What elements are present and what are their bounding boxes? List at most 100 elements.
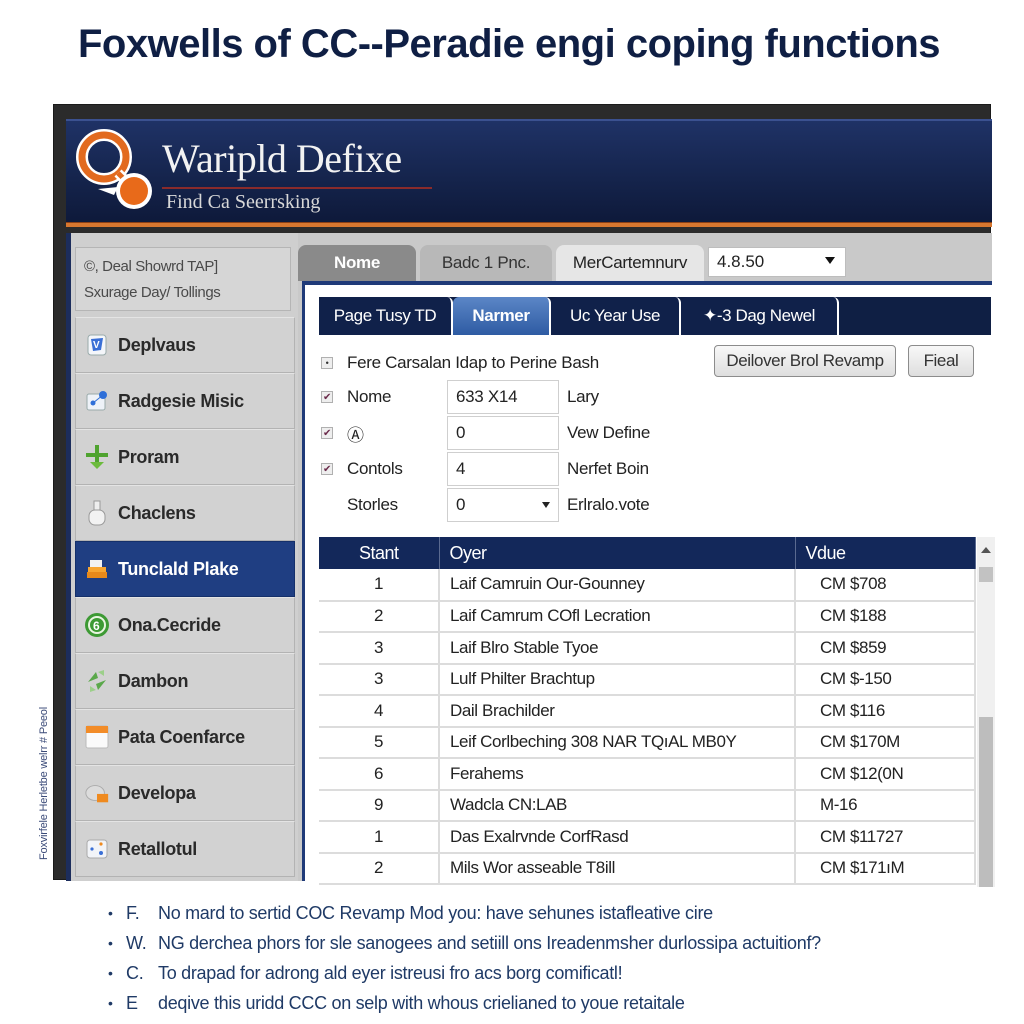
column-header-vdue[interactable]: Vdue: [795, 537, 976, 569]
document-icon: V: [84, 332, 110, 358]
radio-dot-icon[interactable]: •: [321, 357, 333, 369]
sidebar-item-tunclald-plake[interactable]: Tunclald Plake: [75, 541, 295, 597]
table-header-row: Stant Oyer Vdue: [319, 537, 976, 569]
scroll-up-arrow-icon[interactable]: [981, 547, 991, 553]
sidebar-item-developa[interactable]: Developa: [75, 765, 295, 821]
svg-text:6: 6: [93, 619, 100, 633]
checkbox-symbol[interactable]: ✔: [321, 427, 333, 439]
form-header-label: Fere Carsalan Idap to Perine Bash: [347, 353, 599, 372]
form-label: Contols: [347, 459, 403, 478]
symbol-input[interactable]: 0: [447, 416, 559, 450]
cloud-folder-icon: [84, 780, 110, 806]
sub-tab-bar: Page Tusy TD Narmer Uc Year Use ✦-3 Dag …: [319, 297, 991, 335]
sidebar-item-proram[interactable]: Proram: [75, 429, 295, 485]
bullet-icon: •: [108, 905, 113, 921]
sidebar-item-chaclens[interactable]: Chaclens: [75, 485, 295, 541]
cell-vdue: M-16: [795, 789, 976, 822]
sub-tab-uc-year-use[interactable]: Uc Year Use: [551, 297, 681, 335]
column-header-stant[interactable]: Stant: [319, 537, 440, 569]
form-description: Vew Define: [567, 423, 650, 442]
chevron-down-icon: [542, 502, 550, 508]
note-key: F.: [126, 902, 140, 923]
cell-oyer: Laif Camruin Our-Gounney: [439, 569, 796, 602]
form-description: Nerfet Boin: [567, 459, 649, 478]
form-row-symbol: ✔ Ⓐ 0 Vew Define: [321, 416, 650, 450]
note-key: W.: [126, 932, 147, 953]
table-row[interactable]: 3 Laif Blro Stable Tyoe CM $859: [319, 632, 976, 665]
sidebar-nav: V Deplvaus Radgesie Misic Proram Chaclen…: [75, 317, 295, 877]
deliver-revamp-button[interactable]: Deilover Brol Revamp: [714, 345, 896, 377]
cell-vdue: CM $-150: [795, 663, 976, 696]
sub-tab-dag-newel[interactable]: ✦-3 Dag Newel: [681, 297, 839, 335]
note-item: • C. To drapad for adrong ald eyer istre…: [108, 958, 968, 988]
form-row-storles: Storles 0 Erlralo.vote: [321, 488, 650, 522]
scroll-track[interactable]: [979, 717, 993, 887]
cell-oyer: Dail Brachilder: [439, 695, 796, 728]
main-panel: Nome Badc 1 Pnc. MerCartemnurv 4.8.50 Pa…: [298, 233, 995, 887]
note-item: • F. No mard to sertid COC Revamp Mod yo…: [108, 898, 968, 928]
form-label: Ⓐ: [347, 425, 364, 445]
version-select[interactable]: 4.8.50: [708, 247, 846, 277]
bullet-icon: •: [108, 935, 113, 951]
sidebar-item-label: Proram: [118, 446, 180, 467]
table-row[interactable]: 3 Lulf Philter Brachtup CM $-150: [319, 663, 976, 696]
cell-stant: 2: [319, 600, 440, 633]
table-row[interactable]: 1 Laif Camruin Our-Gounney CM $708: [319, 569, 976, 602]
note-item: • W. NG derchea phors for sle sanogees a…: [108, 928, 968, 958]
sidebar-item-pata-coenfarce[interactable]: Pata Coenfarce: [75, 709, 295, 765]
table-row[interactable]: 2 Mils Wor asseable T8ill CM $171ıM: [319, 852, 976, 885]
sidebar-item-label: Tunclald Plake: [118, 558, 239, 579]
tab-badc[interactable]: Badc 1 Pnc.: [420, 245, 552, 281]
storles-select[interactable]: 0: [447, 488, 559, 522]
sidebar-item-deplvaus[interactable]: V Deplvaus: [75, 317, 295, 373]
table-row[interactable]: 2 Laif Camrum COfl Lecration CM $188: [319, 600, 976, 633]
version-select-value: 4.8.50: [717, 252, 765, 271]
sub-tab-page-tusy[interactable]: Page Tusy TD: [319, 297, 453, 335]
table-row[interactable]: 1 Das Exalrvnde CorfRasd CM $11727: [319, 821, 976, 854]
app-body: ©, Deal Showrd TAP] Sxurage Day/ Tolling…: [66, 233, 995, 887]
tab-nome[interactable]: Nome: [298, 245, 416, 281]
column-header-oyer[interactable]: Oyer: [439, 537, 796, 569]
sidebar-item-radgesie-misic[interactable]: Radgesie Misic: [75, 373, 295, 429]
cell-stant: 4: [319, 695, 440, 728]
sidebar-item-ona-cecride[interactable]: 6 Ona.Cecride: [75, 597, 295, 653]
cell-oyer: Mils Wor asseable T8ill: [439, 852, 796, 885]
contols-input[interactable]: 4: [447, 452, 559, 486]
cell-oyer: Das Exalrvnde CorfRasd: [439, 821, 796, 854]
app-header: Waripld Defixe Find Ca Seerrsking: [66, 119, 992, 227]
nome-input[interactable]: 633 X14: [447, 380, 559, 414]
form-description: Erlralo.vote: [567, 495, 650, 514]
cell-vdue: CM $859: [795, 632, 976, 665]
fieal-button[interactable]: Fieal: [908, 345, 974, 377]
cell-oyer: Laif Camrum COfl Lecration: [439, 600, 796, 633]
table-scrollbar[interactable]: [977, 537, 995, 887]
sidebar-item-dambon[interactable]: Dambon: [75, 653, 295, 709]
cell-oyer: Laif Blro Stable Tyoe: [439, 632, 796, 665]
table-row[interactable]: 9 Wadcla CN:LAB M-16: [319, 789, 976, 822]
sidebar-item-label: Deplvaus: [118, 334, 196, 355]
table-row[interactable]: 6 Ferahems CM $12(0N: [319, 758, 976, 791]
checkbox-contols[interactable]: ✔: [321, 463, 333, 475]
header-accent-bar: [66, 222, 992, 227]
note-text: NG derchea phors for sle sanogees and se…: [158, 932, 821, 953]
sidebar-item-label: Radgesie Misic: [118, 390, 244, 411]
sidebar-item-label: Chaclens: [118, 502, 196, 523]
recycle-icon: [84, 668, 110, 694]
note-text: To drapad for adrong ald eyer istreusi f…: [158, 962, 623, 983]
table-row[interactable]: 5 Leif Corlbeching 308 NAR TQıAL MB0Y CM $…: [319, 726, 976, 759]
cell-stant: 1: [319, 821, 440, 854]
form-label: Nome: [347, 387, 392, 406]
sidebar-item-retallotul[interactable]: Retallotul: [75, 821, 295, 877]
content-panel: Page Tusy TD Narmer Uc Year Use ✦-3 Dag …: [302, 281, 995, 887]
search-logo-icon: [76, 129, 152, 209]
bullet-icon: •: [108, 995, 113, 1011]
tab-mercartemnurv[interactable]: MerCartemnurv: [556, 245, 704, 281]
stack-icon: [84, 556, 110, 582]
table-row[interactable]: 4 Dail Brachilder CM $116: [319, 695, 976, 728]
settings-form: • Fere Carsalan Idap to Perine Bash Deil…: [321, 345, 981, 525]
scroll-thumb[interactable]: [979, 567, 993, 582]
sub-tab-narmer[interactable]: Narmer: [453, 297, 551, 335]
checkbox-nome[interactable]: ✔: [321, 391, 333, 403]
svg-text:V: V: [93, 340, 100, 351]
vertical-side-note: Foxvirfele Herletbe welrr # Peeol: [38, 707, 50, 860]
